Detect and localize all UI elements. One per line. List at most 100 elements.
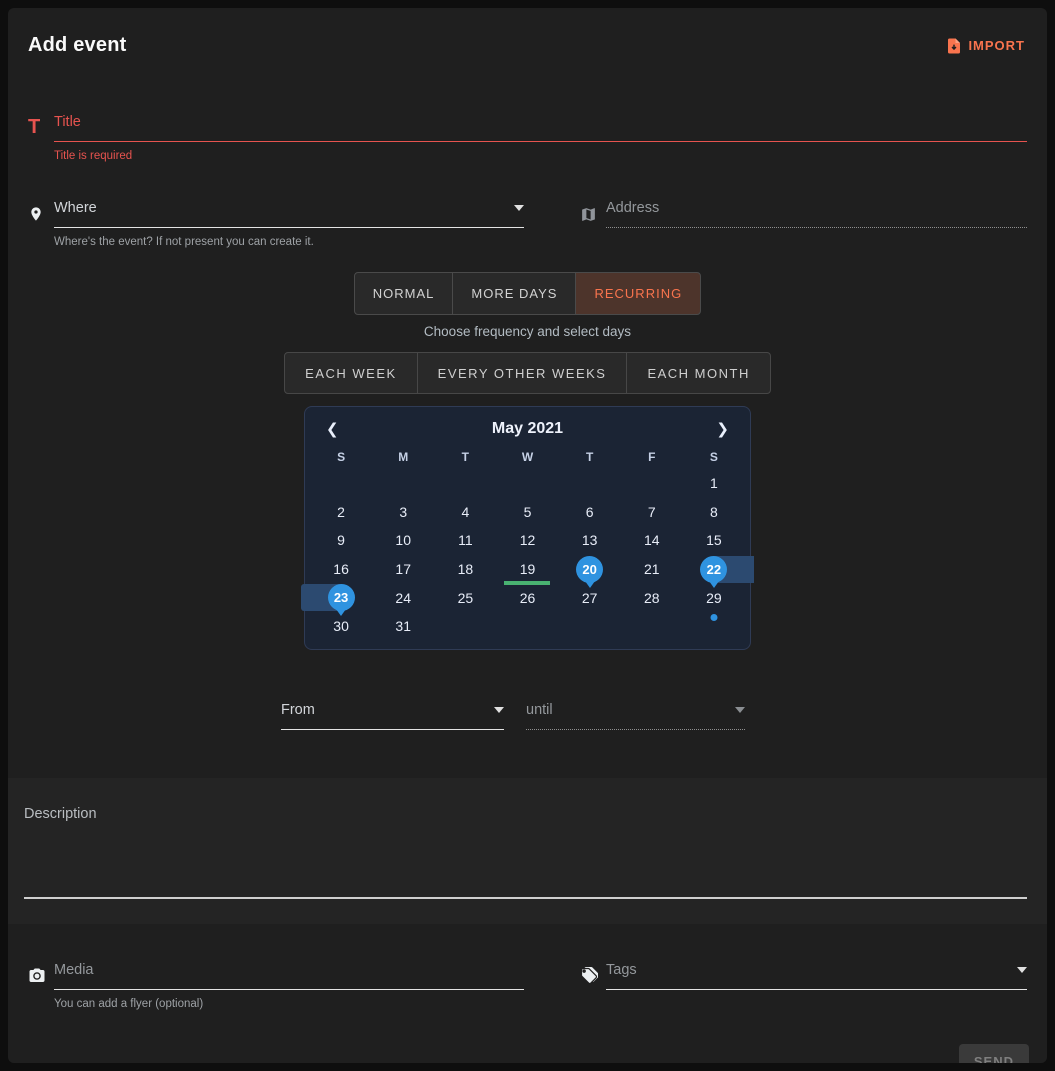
calendar-day-3[interactable]: 3 (372, 498, 434, 527)
frequency-button-each-week[interactable]: EACH WEEK (284, 352, 418, 394)
tab-normal[interactable]: NORMAL (354, 272, 454, 315)
dialog-header: Add event IMPORT (8, 8, 1047, 57)
calendar-grid: 1234567891011121314151617181920212223242… (310, 469, 745, 641)
weekday-label: W (496, 450, 558, 464)
tab-recurring[interactable]: RECURRING (575, 272, 701, 315)
calendar-prev-button[interactable]: ❮ (322, 418, 343, 440)
calendar-header: ❮ May 2021 ❯ (310, 413, 745, 445)
until-select[interactable]: until (526, 702, 745, 730)
event-type-tabs: NORMALMORE DAYSRECURRING (8, 272, 1047, 315)
calendar-empty-cell (372, 469, 434, 498)
calendar-day-9[interactable]: 9 (310, 526, 372, 555)
frequency-button-each-month[interactable]: EACH MONTH (626, 352, 770, 394)
calendar-day-28[interactable]: 28 (621, 583, 683, 612)
media-helper-text: You can add a flyer (optional) (54, 998, 524, 1010)
frequency-button-every-other-weeks[interactable]: EVERY OTHER WEEKS (417, 352, 628, 394)
day-number: 29 (706, 590, 722, 606)
calendar-day-13[interactable]: 13 (559, 526, 621, 555)
day-number: 17 (395, 561, 411, 577)
tags-select[interactable]: Tags (606, 962, 1027, 990)
tags-icon (580, 967, 606, 985)
day-number: 11 (458, 532, 473, 548)
day-number: 6 (586, 504, 594, 520)
calendar-weekday-row: SMTWTFS (310, 445, 745, 469)
calendar-day-5[interactable]: 5 (496, 498, 558, 527)
where-select[interactable]: Where (54, 200, 524, 228)
calendar-day-19[interactable]: 19 (496, 555, 558, 584)
weekday-label: F (621, 450, 683, 464)
calendar-day-8[interactable]: 8 (683, 498, 745, 527)
calendar-day-17[interactable]: 17 (372, 555, 434, 584)
calendar-day-1[interactable]: 1 (683, 469, 745, 498)
weekday-label: S (683, 450, 745, 464)
day-number: 30 (333, 618, 349, 634)
chevron-down-icon (1017, 967, 1027, 973)
calendar-next-button[interactable]: ❯ (712, 418, 733, 440)
time-row: From until (281, 702, 1027, 730)
description-underline (24, 897, 1027, 899)
day-number: 9 (337, 532, 345, 548)
day-number: 27 (582, 590, 598, 606)
calendar-day-18[interactable]: 18 (434, 555, 496, 584)
calendar-day-7[interactable]: 7 (621, 498, 683, 527)
day-green-underline (504, 581, 550, 585)
day-number: 5 (524, 504, 532, 520)
calendar-day-30[interactable]: 30 (310, 612, 372, 641)
media-placeholder: Media (54, 962, 94, 978)
weekday-label: S (310, 450, 372, 464)
calendar-day-20[interactable]: 20 (559, 555, 621, 584)
calendar-day-22[interactable]: 22 (683, 555, 745, 584)
calendar-day-26[interactable]: 26 (496, 583, 558, 612)
calendar-day-16[interactable]: 16 (310, 555, 372, 584)
weekday-label: T (559, 450, 621, 464)
address-placeholder: Address (606, 200, 659, 216)
calendar-day-27[interactable]: 27 (559, 583, 621, 612)
calendar-empty-cell (434, 469, 496, 498)
calendar-day-4[interactable]: 4 (434, 498, 496, 527)
title-input[interactable]: Title (54, 114, 1027, 142)
calendar-empty-cell (559, 612, 621, 641)
calendar: ❮ May 2021 ❯ SMTWTFS 1234567891011121314… (304, 406, 751, 650)
send-button[interactable]: SEND (959, 1044, 1029, 1063)
weekday-label: T (434, 450, 496, 464)
calendar-day-23[interactable]: 23 (310, 583, 372, 612)
calendar-empty-cell (496, 612, 558, 641)
import-button-label: IMPORT (968, 38, 1025, 53)
calendar-day-2[interactable]: 2 (310, 498, 372, 527)
day-event-dot (710, 614, 717, 621)
calendar-day-11[interactable]: 11 (434, 526, 496, 555)
chevron-down-icon (735, 707, 745, 713)
day-number: 2 (337, 504, 345, 520)
calendar-day-24[interactable]: 24 (372, 583, 434, 612)
where-helper-text: Where's the event? If not present you ca… (54, 236, 524, 248)
calendar-day-25[interactable]: 25 (434, 583, 496, 612)
calendar-empty-cell (621, 469, 683, 498)
add-event-dialog: Add event IMPORT T Title Title is requir… (8, 8, 1047, 1063)
calendar-day-6[interactable]: 6 (559, 498, 621, 527)
address-input[interactable]: Address (606, 200, 1027, 228)
map-icon (580, 206, 606, 223)
day-number: 31 (395, 618, 411, 634)
import-button[interactable]: IMPORT (945, 37, 1025, 55)
calendar-empty-cell (310, 469, 372, 498)
until-select-value: until (526, 702, 553, 718)
calendar-day-29[interactable]: 29 (683, 583, 745, 612)
calendar-day-10[interactable]: 10 (372, 526, 434, 555)
media-tags-row: Media You can add a flyer (optional) Tag… (28, 962, 1027, 1010)
calendar-day-31[interactable]: 31 (372, 612, 434, 641)
calendar-day-14[interactable]: 14 (621, 526, 683, 555)
weekday-label: M (372, 450, 434, 464)
calendar-day-12[interactable]: 12 (496, 526, 558, 555)
description-input[interactable]: Description (24, 806, 1027, 822)
location-row: Where Where's the event? If not present … (28, 200, 1027, 248)
tab-more-days[interactable]: MORE DAYS (452, 272, 576, 315)
calendar-day-15[interactable]: 15 (683, 526, 745, 555)
title-field-row: T Title Title is required (28, 114, 1027, 162)
from-select[interactable]: From (281, 702, 504, 730)
media-input[interactable]: Media (54, 962, 524, 990)
selected-day-marker: 23 (328, 584, 355, 611)
day-number: 1 (710, 475, 718, 491)
calendar-month-title: May 2021 (492, 420, 563, 438)
day-number: 4 (461, 504, 469, 520)
calendar-day-21[interactable]: 21 (621, 555, 683, 584)
